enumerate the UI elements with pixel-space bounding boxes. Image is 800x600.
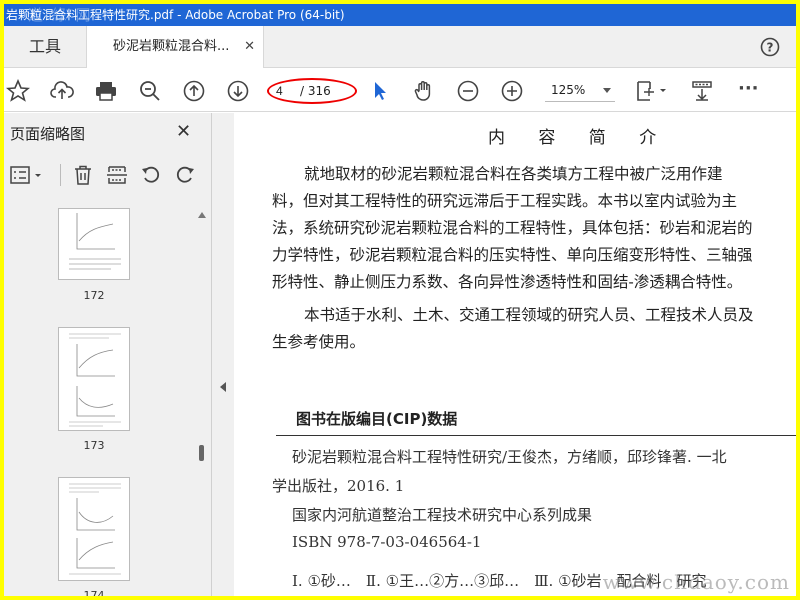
close-tab-icon[interactable]: ✕ xyxy=(244,26,255,68)
zoom-in-icon[interactable] xyxy=(500,79,524,103)
acrobat-window: 岩颗粒混合料工程特性研究.pdf - Adobe Acrobat Pro (64… xyxy=(4,4,796,596)
help-icon[interactable]: ? xyxy=(760,37,780,57)
page-heading: 内 容 简 介 xyxy=(488,128,671,148)
thumbnail-page-number: 173 xyxy=(83,439,105,452)
read-mode-icon[interactable] xyxy=(690,79,714,103)
scrollbar-thumb[interactable] xyxy=(199,445,204,461)
title-bar: 岩颗粒混合料工程特性研究.pdf - Adobe Acrobat Pro (64… xyxy=(4,4,796,26)
svg-text:?: ? xyxy=(767,41,774,55)
cip-divider xyxy=(276,435,796,436)
select-cursor-icon[interactable] xyxy=(368,79,392,103)
cip-title: 图书在版编目(CIP)数据 xyxy=(296,410,458,428)
zoom-out-magnifier-icon[interactable] xyxy=(138,79,162,103)
tab-document[interactable]: 砂泥岩颗粒混合料... ✕ xyxy=(86,26,264,69)
page-total: / 316 xyxy=(300,84,331,98)
cip-line: ISBN 978-7-03-046564-1 xyxy=(292,533,482,551)
hand-tool-icon[interactable] xyxy=(412,79,436,103)
panel-title: 页面缩略图 xyxy=(10,125,86,143)
close-panel-icon[interactable]: ✕ xyxy=(176,121,191,142)
page-number-input[interactable] xyxy=(276,82,296,100)
intro-line: 形特性、静止侧压力系数、各向异性渗透特性和固结-渗透耦合特性。 xyxy=(272,273,743,291)
thumbnail-preview xyxy=(69,333,121,427)
cip-line: 国家内河航道整治工程技术研究中心系列成果 xyxy=(292,506,593,524)
collapse-arrow-icon xyxy=(220,382,226,392)
audience-line: 生参考使用。 xyxy=(272,333,366,351)
thumbnail-page-number: 172 xyxy=(83,289,105,302)
intro-line: 料，但对其工程特性的研究远滞后于工程实践。本书以室内试验为主 xyxy=(272,192,738,210)
intro-line: 力学特性，砂泥岩颗粒混合料的压实特性、单向压缩变形特性、三轴强 xyxy=(272,246,753,264)
trash-icon[interactable] xyxy=(72,164,94,186)
cip-line: 砂泥岩颗粒混合料工程特性研究/王俊杰，方绪顺，邱珍锋著. 一北 xyxy=(292,448,727,466)
chevron-down-icon xyxy=(603,88,611,93)
main-toolbar: / 316 125% ··· xyxy=(4,68,796,112)
tab-tools[interactable]: 工具 xyxy=(4,26,86,68)
tab-bar: 工具 砂泥岩颗粒混合料... ✕ ? xyxy=(4,26,796,69)
thumbnail-options-icon[interactable] xyxy=(10,164,44,186)
zoom-level-value: 125% xyxy=(551,83,586,97)
cloud-upload-icon[interactable] xyxy=(50,79,74,103)
thumbnail-preview xyxy=(69,213,121,270)
page-display-icon[interactable] xyxy=(634,79,668,103)
next-page-icon[interactable] xyxy=(226,79,250,103)
zoom-out-icon[interactable] xyxy=(456,79,480,103)
thumbnail-list: 172 173 174 xyxy=(4,203,196,596)
panel-collapse-handle[interactable] xyxy=(212,113,234,596)
thumbnail-preview xyxy=(69,483,121,575)
rotate-left-icon[interactable] xyxy=(140,164,162,186)
previous-page-icon[interactable] xyxy=(182,79,206,103)
cip-line: 学出版社，2016. 1 xyxy=(272,477,405,495)
extract-pages-icon[interactable] xyxy=(106,164,128,186)
document-page: 内 容 简 介 就地取材的砂泥岩颗粒混合料在各类填方工程中被广泛用作建 料，但对… xyxy=(234,113,796,596)
panel-toolbar xyxy=(4,157,212,193)
more-options-icon[interactable]: ··· xyxy=(738,78,762,102)
intro-line: 就地取材的砂泥岩颗粒混合料在各类填方工程中被广泛用作建 xyxy=(304,165,723,183)
page-thumbnail[interactable] xyxy=(58,327,130,431)
intro-line: 法，系统研究砂泥岩颗粒混合料的工程特性，具体包括：砂岩和泥岩的 xyxy=(272,219,753,237)
scroll-up-icon[interactable] xyxy=(198,212,206,218)
bottom-watermark: www.chdaoy.com xyxy=(602,570,790,594)
top-watermark: 道 綠 网 xyxy=(28,6,93,24)
print-icon[interactable] xyxy=(94,79,118,103)
rotate-right-icon[interactable] xyxy=(174,164,196,186)
zoom-level-select[interactable]: 125% xyxy=(545,78,615,102)
page-thumbnail[interactable] xyxy=(58,208,130,280)
thumbnail-page-number: 174 xyxy=(83,589,105,596)
page-thumbnail[interactable] xyxy=(58,477,130,581)
thumbnail-scrollbar[interactable] xyxy=(196,208,208,596)
tab-document-label: 砂泥岩颗粒混合料... xyxy=(113,39,230,54)
thumbnails-panel: 页面缩略图 ✕ 172 173 174 xyxy=(4,113,212,596)
divider xyxy=(60,164,61,186)
audience-line: 本书适于水利、土木、交通工程领域的研究人员、工程技术人员及 xyxy=(304,306,754,324)
star-icon[interactable] xyxy=(6,79,30,103)
